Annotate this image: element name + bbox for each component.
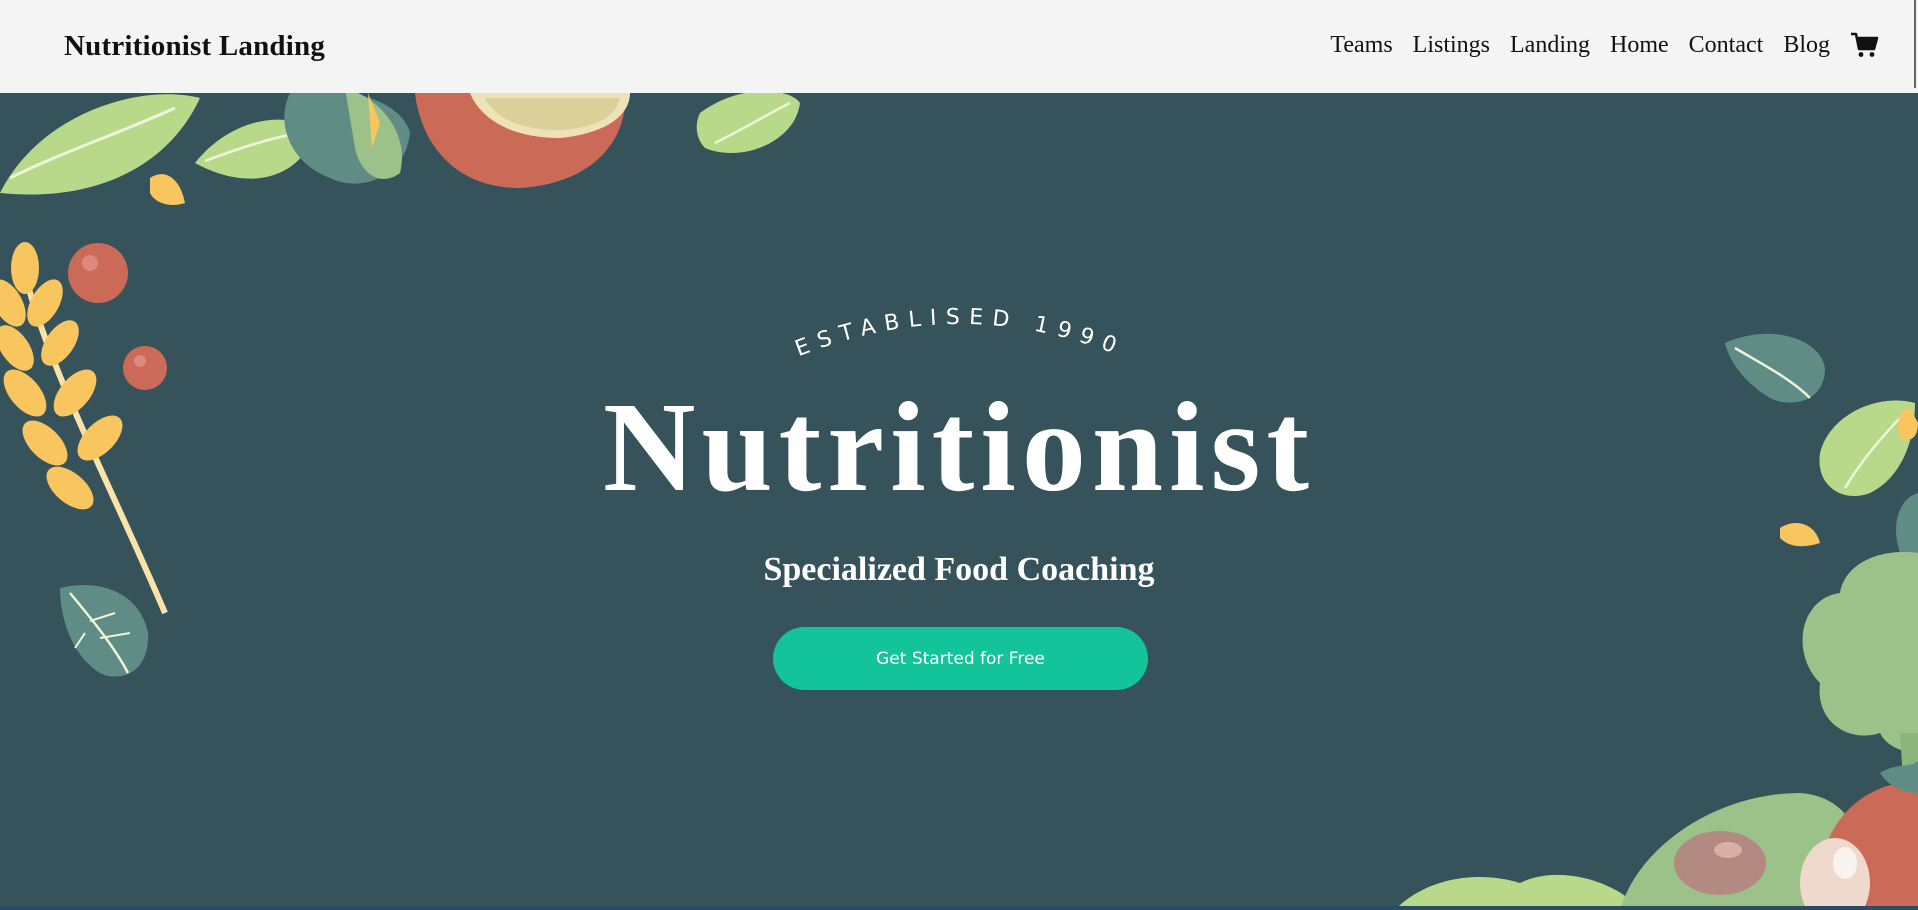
nav-item-landing[interactable]: Landing — [1510, 32, 1590, 59]
shopping-cart-icon[interactable] — [1850, 30, 1880, 60]
nav-item-contact[interactable]: Contact — [1689, 32, 1764, 59]
established-eyebrow: ESTABLISED 1990 — [792, 305, 1128, 358]
hero-title: Nutritionist — [603, 376, 1315, 518]
nav-item-home[interactable]: Home — [1610, 32, 1669, 59]
nav-item-blog[interactable]: Blog — [1783, 32, 1830, 59]
section-divider — [0, 906, 1918, 910]
scrollbar[interactable] — [1914, 0, 1916, 88]
top-navbar: Nutritionist Landing Teams Listings Land… — [0, 0, 1918, 93]
nav-menu: Teams Listings Landing Home Contact Blog — [1310, 30, 1880, 60]
hero-subtitle: Specialized Food Coaching — [763, 551, 1155, 588]
hero-section: ESTABLISED 1990 Nutritionist Specialized… — [0, 93, 1918, 910]
established-text: ESTABLISED 1990 — [792, 305, 1119, 358]
nav-item-teams[interactable]: Teams — [1330, 32, 1392, 59]
svg-text:ESTABLISED 1990: ESTABLISED 1990 — [792, 305, 1128, 358]
get-started-button[interactable]: Get Started for Free — [773, 627, 1148, 690]
brand-logo[interactable]: Nutritionist Landing — [64, 30, 325, 63]
nav-item-listings[interactable]: Listings — [1413, 32, 1490, 59]
